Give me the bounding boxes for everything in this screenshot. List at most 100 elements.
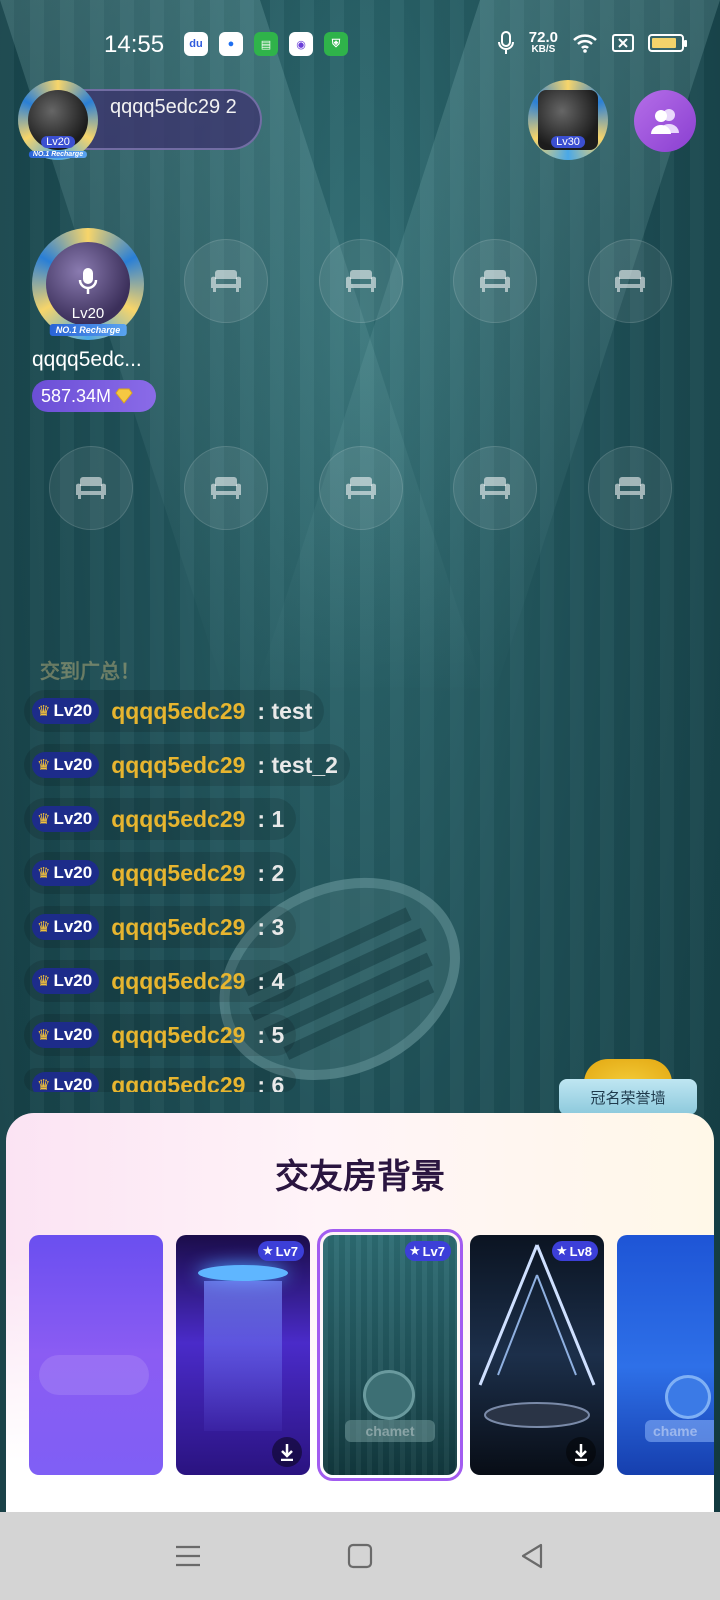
- empty-seat-4[interactable]: [453, 239, 537, 323]
- background-thumbnail-1[interactable]: [29, 1235, 163, 1475]
- sofa-icon: [211, 477, 241, 499]
- chat-username[interactable]: qqqq5edc29: [111, 1022, 245, 1049]
- chat-text: : test_2: [257, 751, 338, 778]
- user-level-chip: ♛ Lv20: [32, 698, 100, 724]
- chat-user-level: Lv20: [53, 755, 93, 774]
- chat-username[interactable]: qqqq5edc29: [111, 1072, 245, 1092]
- crown-icon: ♛: [37, 811, 51, 828]
- sofa-icon: [480, 477, 510, 499]
- battery-fill: [652, 37, 676, 48]
- network-speed-value: 72.0: [528, 29, 558, 46]
- chat-message[interactable]: ♛ Lv20 qqqq5edc29 : 3: [24, 906, 297, 948]
- thumbnail-level: Lv7: [275, 1243, 298, 1259]
- background-thumbnail-5[interactable]: chame: [617, 1235, 714, 1475]
- chat-username[interactable]: qqqq5edc29: [111, 752, 245, 779]
- user-level-chip: ♛ Lv20: [32, 914, 100, 940]
- chat-user-level: Lv20: [53, 809, 93, 828]
- chat-text: : 3: [257, 913, 285, 940]
- user-level-chip: ♛ Lv20: [32, 806, 100, 832]
- chat-username[interactable]: qqqq5edc29: [111, 806, 245, 833]
- wifi-icon: [573, 33, 597, 53]
- shield-app-icon: ⛨: [324, 32, 348, 56]
- honor-wall-button[interactable]: 冠名荣誉墙: [559, 1079, 697, 1115]
- empty-seat-8[interactable]: [319, 446, 403, 530]
- background-thumbnail-2[interactable]: ★ Lv7: [176, 1235, 310, 1475]
- chat-message[interactable]: ♛ Lv20 qqqq5edc29 : test_2: [24, 744, 350, 786]
- star-icon: ★: [555, 1243, 568, 1258]
- host-recharge-badge: NO.1 Recharge: [28, 151, 88, 158]
- owner-seat-name: qqqq5edc...: [32, 348, 142, 371]
- sofa-icon: [615, 270, 645, 292]
- diamond-icon: [115, 388, 133, 404]
- owner-level-tag: Lv20: [71, 305, 105, 322]
- chat-message[interactable]: ♛ Lv20 qqqq5edc29: test: [24, 690, 325, 732]
- system-navigation-bar: [0, 1512, 720, 1600]
- download-icon: [281, 1444, 293, 1461]
- chat-message[interactable]: ♛ Lv20 qqqq5edc29: 2: [24, 852, 297, 894]
- empty-seat-5[interactable]: [588, 239, 672, 323]
- back-button[interactable]: [508, 1532, 556, 1580]
- chat-message[interactable]: ♛ Lv20 qqqq5edc29: 5: [24, 1014, 297, 1056]
- crown-icon: ♛: [37, 703, 51, 720]
- chat-text: : 4: [257, 967, 285, 994]
- sofa-icon: [76, 477, 106, 499]
- chat-text: : 1: [257, 805, 285, 832]
- download-button[interactable]: [272, 1437, 302, 1467]
- host-avatar[interactable]: Lv20 NO.1 Recharge: [18, 80, 98, 160]
- blue-circle-app-icon: ●: [219, 32, 243, 56]
- thumbnail-level: Lv8: [569, 1243, 592, 1259]
- empty-seat-10[interactable]: [588, 446, 672, 530]
- background-thumbnail-4[interactable]: ★ Lv8: [470, 1235, 604, 1475]
- cloud-shape: [39, 1355, 149, 1395]
- empty-seat-3[interactable]: [319, 239, 403, 323]
- menu-icon: [176, 1545, 200, 1567]
- chat-text: : 6: [257, 1072, 285, 1092]
- chat-username[interactable]: qqqq5edc29: [111, 968, 245, 995]
- thumbnail-level-badge: ★ Lv8: [551, 1241, 598, 1261]
- chat-message[interactable]: ♛ Lv20 qqqq5edc29: 6: [24, 1068, 297, 1092]
- baidu-app-icon: du: [184, 32, 208, 56]
- download-icon: [575, 1444, 587, 1461]
- crown-icon: ♛: [37, 1077, 51, 1092]
- menu-button[interactable]: [164, 1532, 212, 1580]
- background-thumbnail-3[interactable]: chamet ★ Lv7: [317, 1229, 463, 1481]
- sofa-icon: [211, 270, 241, 292]
- chat-user-level: Lv20: [53, 917, 93, 936]
- chat-username[interactable]: qqqq5edc29: [111, 698, 245, 725]
- empty-seat-6[interactable]: [49, 446, 133, 530]
- home-button[interactable]: [336, 1532, 384, 1580]
- star-icon: ★: [408, 1243, 421, 1258]
- chat-username[interactable]: qqqq5edc29: [111, 914, 245, 941]
- empty-seat-2[interactable]: [184, 239, 268, 323]
- user-level-chip: ♛ Lv20: [32, 968, 100, 994]
- sim-card-icon: [612, 33, 634, 52]
- online-users-button[interactable]: [634, 90, 696, 152]
- chat-text: : 5: [257, 1021, 285, 1048]
- purple-app-icon: ◉: [289, 32, 313, 56]
- background-selector-sheet: 交友房背景 ★ Lv7 chamet ★ Lv7 ★ Lv8 chame: [6, 1113, 714, 1513]
- sheet-title: 交友房背景: [275, 1158, 445, 1196]
- chat-message[interactable]: ♛ Lv20 qqqq5edc29 : 1: [24, 798, 297, 840]
- top-contributor-avatar[interactable]: Lv30: [528, 80, 608, 160]
- crown-icon: ♛: [37, 865, 51, 882]
- microphone-head: [665, 1375, 711, 1419]
- chat-user-level: Lv20: [53, 971, 93, 990]
- users-icon: [651, 109, 679, 134]
- empty-seat-9[interactable]: [453, 446, 537, 530]
- download-button[interactable]: [566, 1437, 596, 1467]
- crown-icon: ♛: [37, 757, 51, 774]
- crown-icon: ♛: [37, 1027, 51, 1044]
- owner-diamond-badge[interactable]: 587.34M: [32, 380, 156, 412]
- room-announcement: 交到广总！: [40, 661, 140, 683]
- thumbnail-level-badge: ★ Lv7: [257, 1241, 304, 1261]
- microphone-head: [363, 1370, 415, 1420]
- sofa-icon: [346, 270, 376, 292]
- empty-seat-7[interactable]: [184, 446, 268, 530]
- chat-message[interactable]: ♛ Lv20 qqqq5edc29 : 4: [24, 960, 297, 1002]
- microphone-icon: [78, 268, 98, 294]
- chat-username[interactable]: qqqq5edc29: [111, 860, 245, 887]
- network-speed: 72.0 KB/S: [529, 30, 558, 55]
- home-icon: [347, 1543, 373, 1569]
- status-bar: 14:55 du ● ▤ ◉ ⛨ 72.0 KB/S: [0, 0, 720, 90]
- owner-seat-avatar[interactable]: Lv20 NO.1 Recharge: [32, 228, 144, 340]
